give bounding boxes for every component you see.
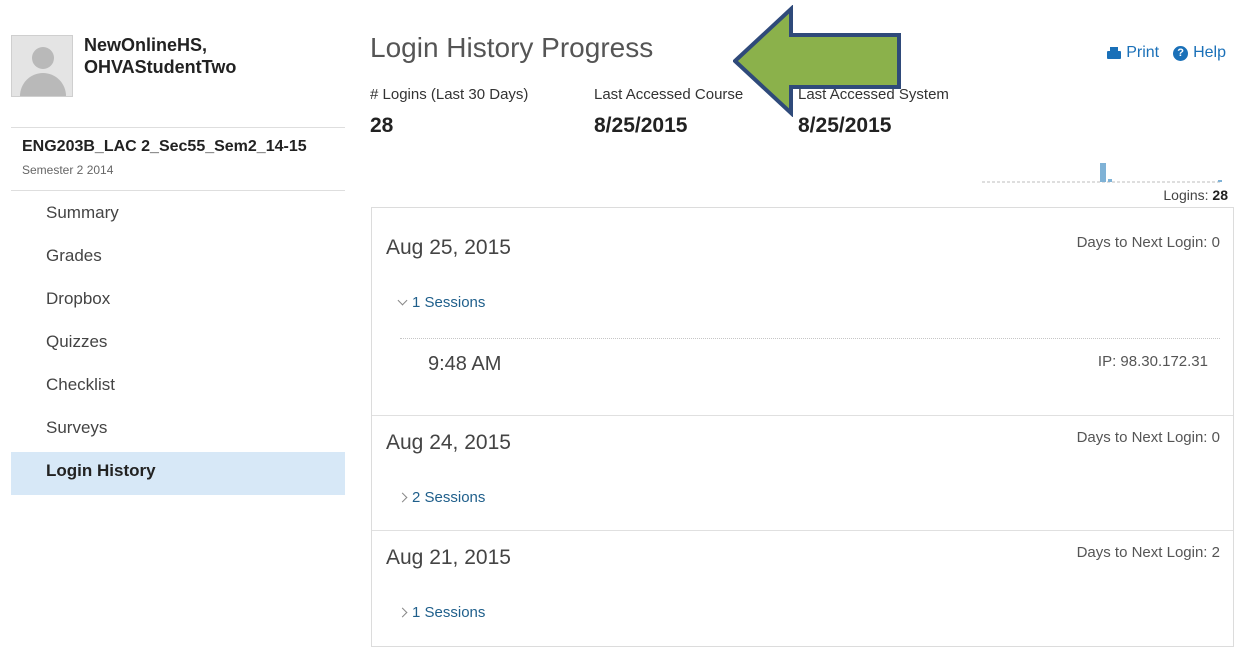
print-label: Print <box>1126 44 1160 61</box>
session-divider <box>400 338 1220 339</box>
row-divider <box>372 415 1233 416</box>
day-date: Aug 21, 2015 <box>386 546 511 569</box>
logins-count: Logins: 28 <box>1163 187 1228 203</box>
logins-count-label: Logins: <box>1163 187 1209 203</box>
stat-course-label: Last Accessed Course <box>594 86 744 103</box>
nav-item-surveys[interactable]: Surveys <box>11 409 345 452</box>
sessions-count: 1 Sessions <box>412 604 486 621</box>
stat-logins-value: 28 <box>370 114 394 137</box>
logins-count-value: 28 <box>1212 187 1228 203</box>
day-date: Aug 24, 2015 <box>386 431 511 454</box>
user-name-line2: OHVAStudentTwo <box>84 57 237 77</box>
stat-system-value: 8/25/2015 <box>798 114 892 137</box>
printer-icon <box>1107 47 1122 59</box>
nav-item-quizzes[interactable]: Quizzes <box>11 323 345 366</box>
stat-logins-label: # Logins (Last 30 Days) <box>370 86 529 103</box>
avatar <box>11 35 73 97</box>
help-icon: ? <box>1173 45 1189 61</box>
nav-item-checklist[interactable]: Checklist <box>11 366 345 409</box>
logins-sparkline <box>982 163 1222 183</box>
days-to-next-login: Days to Next Login: 0 <box>1076 429 1220 446</box>
days-to-next-login: Days to Next Login: 2 <box>1076 544 1220 561</box>
sessions-count: 2 Sessions <box>412 489 486 506</box>
row-divider <box>372 530 1233 531</box>
nav-item-login-history[interactable]: Login History <box>11 452 345 495</box>
day-date: Aug 25, 2015 <box>386 236 511 259</box>
chevron-right-icon <box>397 492 408 503</box>
days-to-next-login: Days to Next Login: 0 <box>1076 234 1220 251</box>
avatar-body-shape <box>20 73 66 96</box>
sessions-toggle[interactable]: 1 Sessions <box>397 604 486 621</box>
sidebar-nav: Summary Grades Dropbox Quizzes Checklist… <box>11 194 345 495</box>
nav-item-dropbox[interactable]: Dropbox <box>11 280 345 323</box>
session-time: 9:48 AM <box>428 353 502 375</box>
page-title: Login History Progress <box>370 32 654 63</box>
sidebar-divider <box>11 190 345 191</box>
help-label: Help <box>1193 44 1226 61</box>
sidebar-divider <box>11 127 345 128</box>
print-button[interactable]: Print <box>1107 44 1159 62</box>
avatar-head-shape <box>32 47 54 69</box>
nav-item-grades[interactable]: Grades <box>11 237 345 280</box>
toolbar: Print ? Help <box>1107 44 1226 62</box>
chevron-right-icon <box>397 607 408 618</box>
sessions-toggle[interactable]: 2 Sessions <box>397 489 486 506</box>
user-name: NewOnlineHS, OHVAStudentTwo <box>84 34 236 78</box>
sessions-toggle[interactable]: 1 Sessions <box>397 294 486 311</box>
chevron-down-icon <box>397 295 408 306</box>
login-history-panel <box>371 207 1234 647</box>
help-button[interactable]: ? Help <box>1173 44 1226 62</box>
sessions-count: 1 Sessions <box>412 294 486 311</box>
session-ip: IP: 98.30.172.31 <box>1097 353 1208 370</box>
course-name: ENG203B_LAC 2_Sec55_Sem2_14-15 <box>22 138 307 155</box>
annotation-arrow-icon <box>733 5 901 117</box>
user-name-line1: NewOnlineHS, <box>84 35 208 55</box>
course-term: Semester 2 2014 <box>22 163 114 177</box>
stat-course-value: 8/25/2015 <box>594 114 688 137</box>
nav-item-summary[interactable]: Summary <box>11 194 345 237</box>
